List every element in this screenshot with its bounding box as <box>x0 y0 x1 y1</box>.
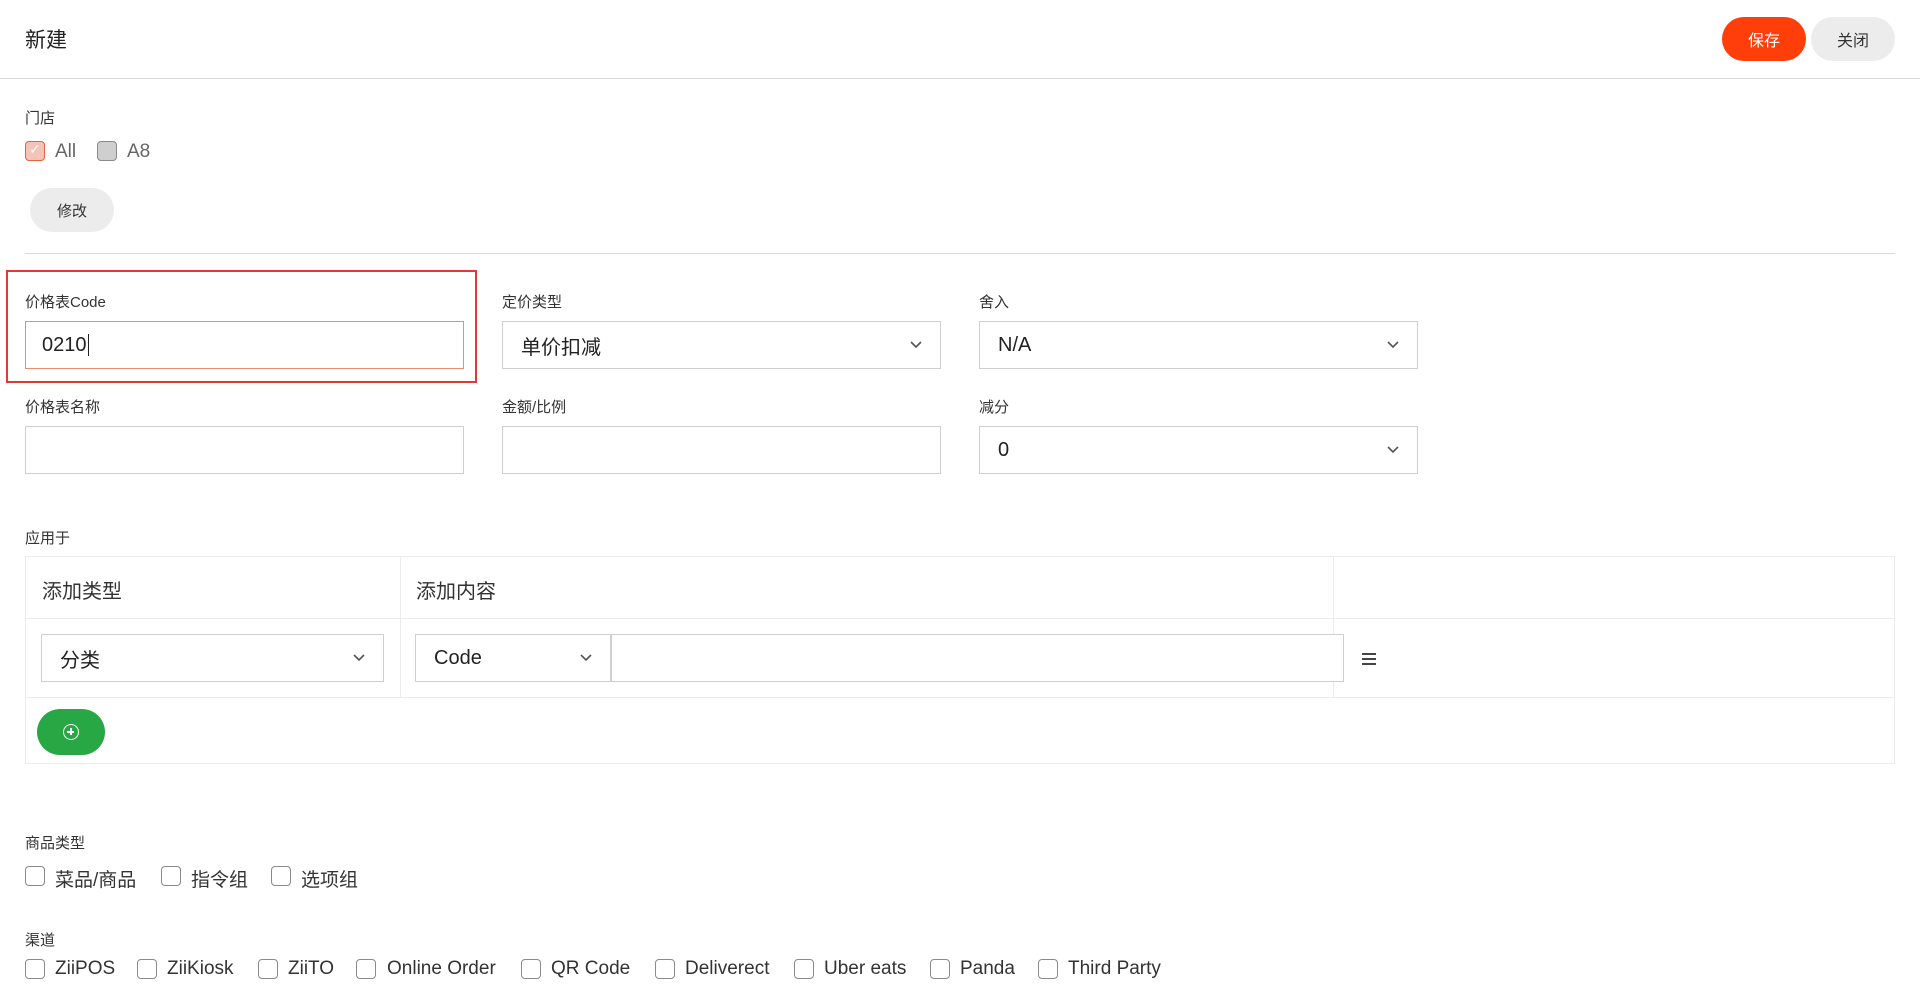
channel-checkbox[interactable] <box>356 959 376 979</box>
code-label: 价格表Code <box>25 294 106 311</box>
store-label: 门店 <box>25 110 56 127</box>
chevron-down-icon <box>1387 446 1399 454</box>
add-row-button[interactable] <box>37 709 105 755</box>
rounding-select[interactable]: N/A <box>979 321 1418 369</box>
channel-checkbox[interactable] <box>655 959 675 979</box>
text-caret <box>87 334 89 356</box>
store-all-label: All <box>55 141 77 162</box>
modify-button[interactable]: 修改 <box>30 188 114 232</box>
product-type-checkbox[interactable] <box>271 866 291 886</box>
pricing-type-select[interactable]: 单价扣减 <box>502 321 941 369</box>
name-input[interactable] <box>25 426 464 474</box>
column-divider <box>400 557 401 697</box>
code-input-value: 0210 <box>42 333 87 356</box>
page-header: 新建 保存 关闭 <box>0 0 1920 79</box>
channel-checkbox[interactable] <box>930 959 950 979</box>
chevron-down-icon <box>353 654 365 662</box>
pricing-type-value: 单价扣减 <box>521 336 601 359</box>
channel-option: Deliverect <box>685 958 770 979</box>
channel-option: Third Party <box>1068 958 1161 979</box>
row-divider <box>26 697 1894 698</box>
content-mode-value: Code <box>434 646 482 669</box>
pricing-type-label: 定价类型 <box>502 294 563 311</box>
col-add-type: 添加类型 <box>42 581 122 603</box>
store-a8-label: A8 <box>127 141 151 162</box>
apply-table: 添加类型 添加内容 分类 Code <box>25 556 1895 764</box>
chevron-down-icon <box>580 654 592 662</box>
channel-checkbox[interactable] <box>794 959 814 979</box>
product-type-option: 菜品/商品 <box>55 870 137 891</box>
reduce-value: 0 <box>998 438 1010 461</box>
save-button[interactable]: 保存 <box>1722 17 1806 61</box>
amount-input[interactable] <box>502 426 941 474</box>
channel-checkbox[interactable] <box>521 959 541 979</box>
code-input[interactable]: 0210 <box>25 321 464 369</box>
name-label: 价格表名称 <box>25 399 101 416</box>
content-value-input[interactable] <box>611 634 1344 682</box>
reduce-label: 减分 <box>979 399 1010 416</box>
divider <box>25 253 1895 254</box>
channel-checkbox[interactable] <box>25 959 45 979</box>
content-mode-select[interactable]: Code <box>415 634 611 682</box>
channel-option: Panda <box>960 958 1015 979</box>
channel-checkbox[interactable] <box>258 959 278 979</box>
channel-label: 渠道 <box>25 932 56 949</box>
product-type-option: 指令组 <box>191 870 249 891</box>
store-all-checkbox[interactable] <box>25 141 45 161</box>
close-button[interactable]: 关闭 <box>1811 17 1895 61</box>
col-add-content: 添加内容 <box>416 581 496 603</box>
store-a8-checkbox[interactable] <box>97 141 117 161</box>
add-type-select[interactable]: 分类 <box>41 634 384 682</box>
chevron-down-icon <box>910 341 922 349</box>
menu-icon[interactable] <box>1362 653 1376 665</box>
channel-option: ZiiPOS <box>55 958 116 979</box>
channel-option: Uber eats <box>824 958 907 979</box>
page-title: 新建 <box>25 29 67 52</box>
channel-option: ZiiTO <box>288 958 335 979</box>
reduce-select[interactable]: 0 <box>979 426 1418 474</box>
add-type-value: 分类 <box>60 649 100 672</box>
product-type-option: 选项组 <box>301 870 359 891</box>
rounding-label: 舍入 <box>979 294 1010 311</box>
channel-option: ZiiKiosk <box>167 958 234 979</box>
product-type-checkbox[interactable] <box>25 866 45 886</box>
product-type-label: 商品类型 <box>25 835 86 852</box>
plus-circle-icon <box>63 724 79 740</box>
channel-checkbox[interactable] <box>137 959 157 979</box>
amount-label: 金额/比例 <box>502 399 567 416</box>
channel-option: Online Order <box>387 958 496 979</box>
product-type-checkbox[interactable] <box>161 866 181 886</box>
apply-table-header <box>26 557 1894 619</box>
apply-label: 应用于 <box>25 530 71 547</box>
chevron-down-icon <box>1387 341 1399 349</box>
channel-option: QR Code <box>551 958 631 979</box>
rounding-value: N/A <box>998 333 1032 356</box>
channel-checkbox[interactable] <box>1038 959 1058 979</box>
